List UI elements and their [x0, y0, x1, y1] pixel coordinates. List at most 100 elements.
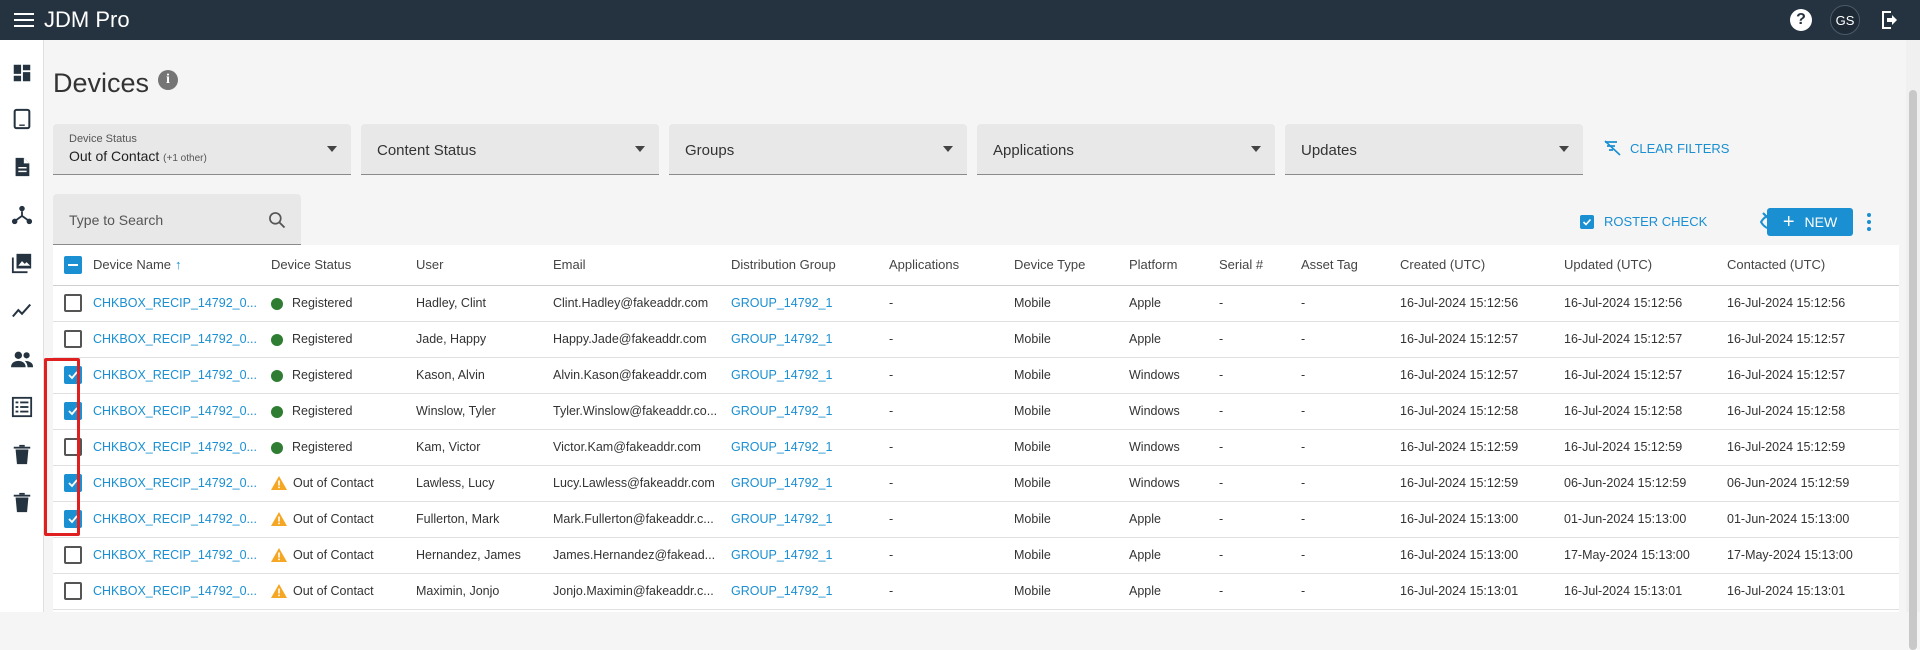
device-name-link[interactable]: CHKBOX_RECIP_14792_0...	[93, 440, 257, 454]
asset-tag-cell: -	[1301, 501, 1400, 538]
column-header-distribution-group[interactable]: Distribution Group	[731, 245, 889, 286]
column-header-device-type[interactable]: Device Type	[1014, 245, 1129, 286]
column-header-asset-tag[interactable]: Asset Tag	[1301, 245, 1400, 286]
user-cell: Kason, Alvin	[416, 357, 553, 394]
logout-icon[interactable]	[1878, 8, 1902, 32]
new-button[interactable]: + NEW	[1767, 208, 1853, 236]
clear-filters-button[interactable]: CLEAR FILTERS	[1604, 140, 1729, 156]
filter-value: Out of Contact (+1 other)	[69, 148, 207, 164]
device-name-link[interactable]: CHKBOX_RECIP_14792_0...	[93, 332, 257, 346]
serial-cell: -	[1219, 357, 1301, 394]
hierarchy-icon[interactable]	[11, 204, 33, 226]
table-row[interactable]: CHKBOX_RECIP_14792_0... Out of Contact Ful…	[53, 501, 1899, 538]
distribution-group-link[interactable]: GROUP_14792_1	[731, 512, 832, 526]
user-cell: Jade, Happy	[416, 321, 553, 358]
scrollbar[interactable]	[1906, 40, 1920, 650]
more-vert-icon[interactable]	[1866, 210, 1872, 234]
filter-updates[interactable]: Updates	[1285, 124, 1583, 175]
select-all-checkbox[interactable]	[64, 255, 82, 274]
table-row[interactable]: CHKBOX_RECIP_14792_0... Registered Winslow…	[53, 393, 1899, 430]
table-row[interactable]: CHKBOX_RECIP_14792_0... Registered Kason, …	[53, 357, 1899, 394]
distribution-group-link[interactable]: GROUP_14792_1	[731, 368, 832, 382]
help-icon[interactable]: ?	[1790, 9, 1812, 31]
image-library-icon[interactable]	[11, 252, 33, 274]
column-header-created[interactable]: Created (UTC)	[1400, 245, 1564, 286]
row-checkbox[interactable]	[64, 366, 82, 384]
row-checkbox[interactable]	[64, 474, 82, 492]
table-row[interactable]: CHKBOX_RECIP_14792_0... Registered Hadley,…	[53, 285, 1899, 322]
email-cell: Happy.Jade@fakeaddr.com	[553, 321, 731, 358]
filter-label: Content Status	[377, 142, 477, 159]
avatar[interactable]: GS	[1830, 5, 1860, 35]
serial-cell: -	[1219, 573, 1301, 610]
trash-icon-2[interactable]	[11, 492, 33, 514]
dashboard-icon[interactable]	[11, 62, 33, 84]
device-name-link[interactable]: CHKBOX_RECIP_14792_0...	[93, 584, 257, 598]
distribution-group-link[interactable]: GROUP_14792_1	[731, 584, 832, 598]
table-row[interactable]: CHKBOX_RECIP_14792_0... Out of Contact Her…	[53, 537, 1899, 574]
row-checkbox[interactable]	[64, 330, 82, 348]
platform-cell: Apple	[1129, 285, 1219, 322]
column-header-serial[interactable]: Serial #	[1219, 245, 1301, 286]
caret-down-icon	[943, 146, 953, 152]
search-field[interactable]	[53, 194, 301, 245]
tablet-icon[interactable]	[11, 108, 33, 130]
device-name-link[interactable]: CHKBOX_RECIP_14792_0...	[93, 296, 257, 310]
column-header-device-name[interactable]: Device Name ↑	[93, 245, 271, 286]
row-checkbox[interactable]	[64, 294, 82, 312]
distribution-group-link[interactable]: GROUP_14792_1	[731, 440, 832, 454]
device-name-link[interactable]: CHKBOX_RECIP_14792_0...	[93, 404, 257, 418]
filter-applications[interactable]: Applications	[977, 124, 1275, 175]
column-header-device-status[interactable]: Device Status	[271, 245, 416, 286]
scrollbar-thumb[interactable]	[1909, 90, 1917, 650]
filter-groups[interactable]: Groups	[669, 124, 967, 175]
roster-check-toggle[interactable]: ROSTER CHECK	[1580, 214, 1707, 229]
table-row[interactable]: CHKBOX_RECIP_14792_0... Registered Kam, Vi…	[53, 429, 1899, 466]
contacted-cell: 16-Jul-2024 15:12:56	[1727, 285, 1899, 322]
document-icon[interactable]	[11, 156, 33, 178]
device-name-link[interactable]: CHKBOX_RECIP_14792_0...	[93, 368, 257, 382]
column-header-user[interactable]: User	[416, 245, 553, 286]
search-input[interactable]	[69, 209, 249, 231]
people-icon[interactable]	[11, 348, 33, 370]
caret-down-icon	[327, 146, 337, 152]
info-icon[interactable]: i	[158, 70, 178, 90]
row-checkbox[interactable]	[64, 438, 82, 456]
row-checkbox[interactable]	[64, 582, 82, 600]
device-name-link[interactable]: CHKBOX_RECIP_14792_0...	[93, 548, 257, 562]
column-header-platform[interactable]: Platform	[1129, 245, 1219, 286]
trend-icon[interactable]	[11, 300, 33, 322]
row-select-cell	[53, 321, 93, 358]
column-header-contacted[interactable]: Contacted (UTC)	[1727, 245, 1899, 286]
distribution-group-link[interactable]: GROUP_14792_1	[731, 548, 832, 562]
table-row[interactable]: CHKBOX_RECIP_14792_0... Out of Contact Law…	[53, 465, 1899, 502]
row-checkbox[interactable]	[64, 402, 82, 420]
column-header-email[interactable]: Email	[553, 245, 731, 286]
filter-content-status[interactable]: Content Status	[361, 124, 659, 175]
search-icon[interactable]	[267, 210, 287, 230]
table-row[interactable]: CHKBOX_RECIP_14792_0... Out of Contact Max…	[53, 573, 1899, 610]
column-header-updated[interactable]: Updated (UTC)	[1564, 245, 1727, 286]
device-status-cell: Out of Contact	[271, 573, 416, 610]
contacted-cell: 17-May-2024 15:13:00	[1727, 537, 1899, 574]
row-checkbox[interactable]	[64, 546, 82, 564]
email-cell: Mark.Fullerton@fakeaddr.c...	[553, 501, 731, 538]
device-name-link[interactable]: CHKBOX_RECIP_14792_0...	[93, 512, 257, 526]
device-status-text: Out of Contact	[293, 475, 374, 490]
row-checkbox[interactable]	[64, 510, 82, 528]
applications-cell: -	[889, 573, 1014, 610]
serial-cell: -	[1219, 537, 1301, 574]
distribution-group-link[interactable]: GROUP_14792_1	[731, 476, 832, 490]
filter-device-status[interactable]: Device Status Out of Contact (+1 other)	[53, 124, 351, 175]
column-header-applications[interactable]: Applications	[889, 245, 1014, 286]
table-row[interactable]: CHKBOX_RECIP_14792_0... Registered Jade, H…	[53, 321, 1899, 358]
menu-icon[interactable]	[14, 13, 34, 27]
distribution-group-link[interactable]: GROUP_14792_1	[731, 332, 832, 346]
list-icon[interactable]	[11, 396, 33, 418]
distribution-group-link[interactable]: GROUP_14792_1	[731, 296, 832, 310]
trash-icon[interactable]	[11, 444, 33, 466]
roster-checkbox[interactable]	[1580, 214, 1594, 229]
device-name-link[interactable]: CHKBOX_RECIP_14792_0...	[93, 476, 257, 490]
distribution-group-link[interactable]: GROUP_14792_1	[731, 404, 832, 418]
sort-ascending-icon[interactable]: ↑	[175, 257, 182, 272]
